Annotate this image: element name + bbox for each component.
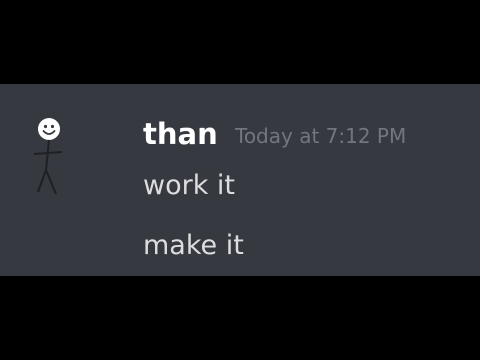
avatar[interactable] [24,112,74,196]
chat-message-group: than Today at 7:12 PM work it make it [0,84,480,276]
message-text: make it [143,230,244,261]
username[interactable]: than [143,114,218,154]
stick-figure-smiley-icon [33,118,63,195]
video-frame: than Today at 7:12 PM work it make it [0,0,480,360]
message-text: work it [143,170,236,201]
message-timestamp: Today at 7:12 PM [235,124,407,148]
